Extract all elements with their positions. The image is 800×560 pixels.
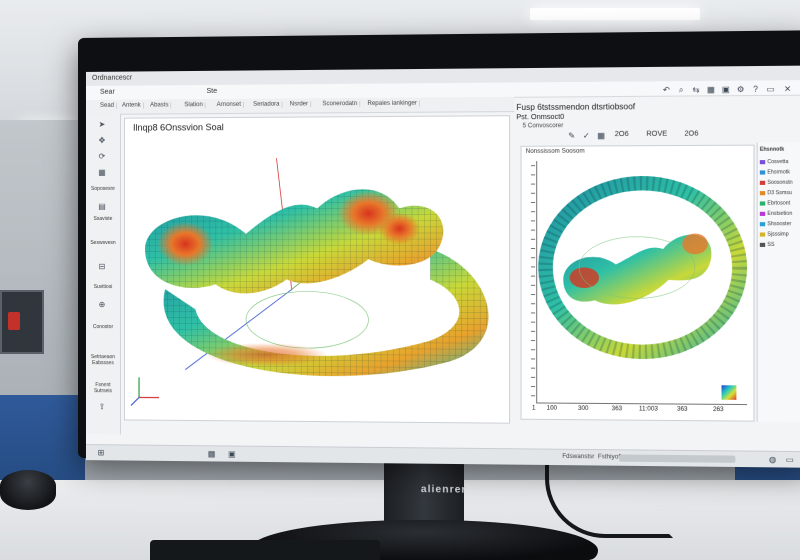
result-panel-subtitle: Pst. Onmsoct0 bbox=[516, 114, 564, 121]
toolbar-button[interactable]: Sconerodatn bbox=[320, 101, 360, 107]
close-icon[interactable]: ✕ bbox=[782, 84, 793, 94]
toolbar: Sead Antenk Abasts Slation Arnonset Seri… bbox=[86, 97, 514, 115]
screen: Ordnancescr Sear Ste Sead Antenk Abasts … bbox=[86, 66, 800, 468]
desk-object bbox=[0, 470, 56, 510]
toolbar-button[interactable]: Arnonset bbox=[215, 102, 244, 108]
tree-item[interactable]: D3 Ssmsu bbox=[760, 190, 792, 196]
settings-icon[interactable]: ⚙ bbox=[735, 85, 746, 95]
move-icon[interactable]: ✥ bbox=[97, 136, 107, 146]
layers-icon[interactable]: ▤ bbox=[97, 202, 107, 212]
stress-plot-3d bbox=[125, 116, 509, 422]
share-icon[interactable]: ⇆ bbox=[691, 85, 702, 95]
cursor-icon[interactable]: ➤ bbox=[97, 120, 107, 130]
tool-label[interactable]: Setriaeaon Eabssses bbox=[88, 354, 118, 366]
save-icon[interactable]: ▣ bbox=[720, 85, 731, 95]
undo-icon[interactable]: ↶ bbox=[661, 85, 672, 95]
tree-item[interactable]: Ehsrmotk bbox=[760, 169, 790, 175]
toolbar-value[interactable]: ROVE bbox=[646, 131, 667, 138]
toolbar-button[interactable]: Nsrder bbox=[288, 101, 311, 107]
result-panel-title: Fusp 6tstssmendon dtsrtiobsoof bbox=[516, 102, 635, 112]
main-3d-viewport[interactable]: Ilnqp8 6Onssvion Soal bbox=[124, 115, 510, 424]
check-icon[interactable]: ✓ bbox=[581, 131, 591, 141]
toolbar-button[interactable]: Antenk bbox=[120, 103, 144, 109]
probe-icon[interactable]: ⊕ bbox=[97, 300, 107, 310]
ceiling-light bbox=[530, 8, 700, 20]
export-icon[interactable]: ⇪ bbox=[97, 402, 107, 412]
monitor: Ordnancescr Sear Ste Sead Antenk Abasts … bbox=[78, 30, 800, 465]
menu-item[interactable]: Sear bbox=[100, 89, 115, 96]
tool-label[interactable]: Conostor bbox=[88, 324, 118, 330]
model-tree: Ehsnnotk Cosvetta Ehsrmotk Soosonstn D3 … bbox=[757, 142, 800, 422]
grid-icon[interactable]: ▦ bbox=[207, 449, 217, 459]
result-panel-caption: 5 Convoscorer bbox=[523, 123, 564, 129]
background-wall bbox=[0, 120, 90, 420]
tree-item[interactable]: Ebrtosont bbox=[760, 200, 790, 206]
tool-label[interactable]: Suvitiosi bbox=[88, 284, 118, 290]
window-title: Ordnancescr bbox=[92, 75, 132, 82]
app-icon[interactable]: ▣ bbox=[227, 449, 237, 459]
result-viewport[interactable]: Nonssissom Soosom 1 100 300 363 11:003 3… bbox=[521, 145, 755, 422]
grid-icon[interactable]: ▦ bbox=[706, 85, 717, 95]
network-icon[interactable]: ◍ bbox=[767, 455, 778, 465]
left-tool-strip: ➤ ✥ ⟳ ▦ Soposesre ▤ Ssaviste Seswsvesn ⊟… bbox=[86, 114, 121, 435]
mesh-icon[interactable]: ▦ bbox=[97, 168, 107, 178]
window-icon[interactable]: ▭ bbox=[765, 84, 776, 94]
tree-item[interactable]: SS bbox=[760, 242, 775, 248]
progress-bar bbox=[619, 454, 735, 462]
toolbar-button[interactable]: Repaies iankinger bbox=[365, 101, 420, 107]
top-icon-group: ↶ ⌕ ⇆ ▦ ▣ ⚙ ? ▭ ✕ bbox=[661, 80, 800, 110]
status-text: Fsthiyofi bbox=[598, 454, 621, 460]
toolbar-value[interactable]: 2O6 bbox=[684, 130, 698, 137]
lab-equipment bbox=[0, 290, 44, 354]
windows-icon[interactable]: ⊞ bbox=[96, 448, 106, 458]
monitor-brand: alienrer bbox=[382, 484, 506, 497]
stress-plot-2d bbox=[522, 146, 754, 421]
color-legend bbox=[722, 385, 737, 400]
status-text: Fdswanstsr bbox=[562, 454, 594, 460]
toolbar-value[interactable]: 2O6 bbox=[615, 131, 629, 138]
search-icon[interactable]: ⌕ bbox=[676, 85, 687, 95]
grid-icon[interactable]: ▦ bbox=[596, 131, 607, 141]
result-panel-header: Fusp 6tstssmendon dtsrtiobsoof Pst. Onms… bbox=[514, 100, 661, 132]
notification-icon[interactable]: ▭ bbox=[784, 455, 795, 465]
help-icon[interactable]: ? bbox=[750, 85, 761, 95]
pen-icon[interactable]: ✎ bbox=[566, 131, 576, 141]
toolbar-button[interactable]: Seriadora bbox=[251, 102, 283, 108]
menu-item[interactable]: Ste bbox=[207, 88, 218, 95]
rotate-icon[interactable]: ⟳ bbox=[97, 152, 107, 162]
keyboard bbox=[150, 540, 380, 560]
result-toolbar: ✎ ✓ ▦ 2O6 ROVE 2O6 bbox=[566, 128, 746, 143]
tree-item[interactable]: Soosonstn bbox=[760, 180, 793, 186]
tree-item[interactable]: Enstsetion bbox=[760, 211, 792, 217]
measure-icon[interactable]: ⊟ bbox=[97, 262, 107, 272]
tree-item[interactable]: Shsooster bbox=[760, 221, 792, 227]
tool-label[interactable]: Ssaviste bbox=[88, 216, 118, 222]
tool-label[interactable]: Seswsvesn bbox=[88, 240, 118, 246]
tree-item[interactable]: Sjsssimp bbox=[760, 231, 789, 237]
tree-title: Ehsnnotk bbox=[760, 147, 784, 153]
tool-label[interactable]: Fsnent Sutrseis bbox=[88, 382, 118, 394]
toolbar-button[interactable]: Abasts bbox=[148, 102, 171, 108]
tool-label[interactable]: Soposesre bbox=[88, 186, 118, 192]
tree-item[interactable]: Cosvetta bbox=[760, 159, 789, 165]
toolbar-button[interactable]: Slation bbox=[182, 102, 206, 108]
toolbar-button[interactable]: Sead bbox=[98, 103, 117, 109]
